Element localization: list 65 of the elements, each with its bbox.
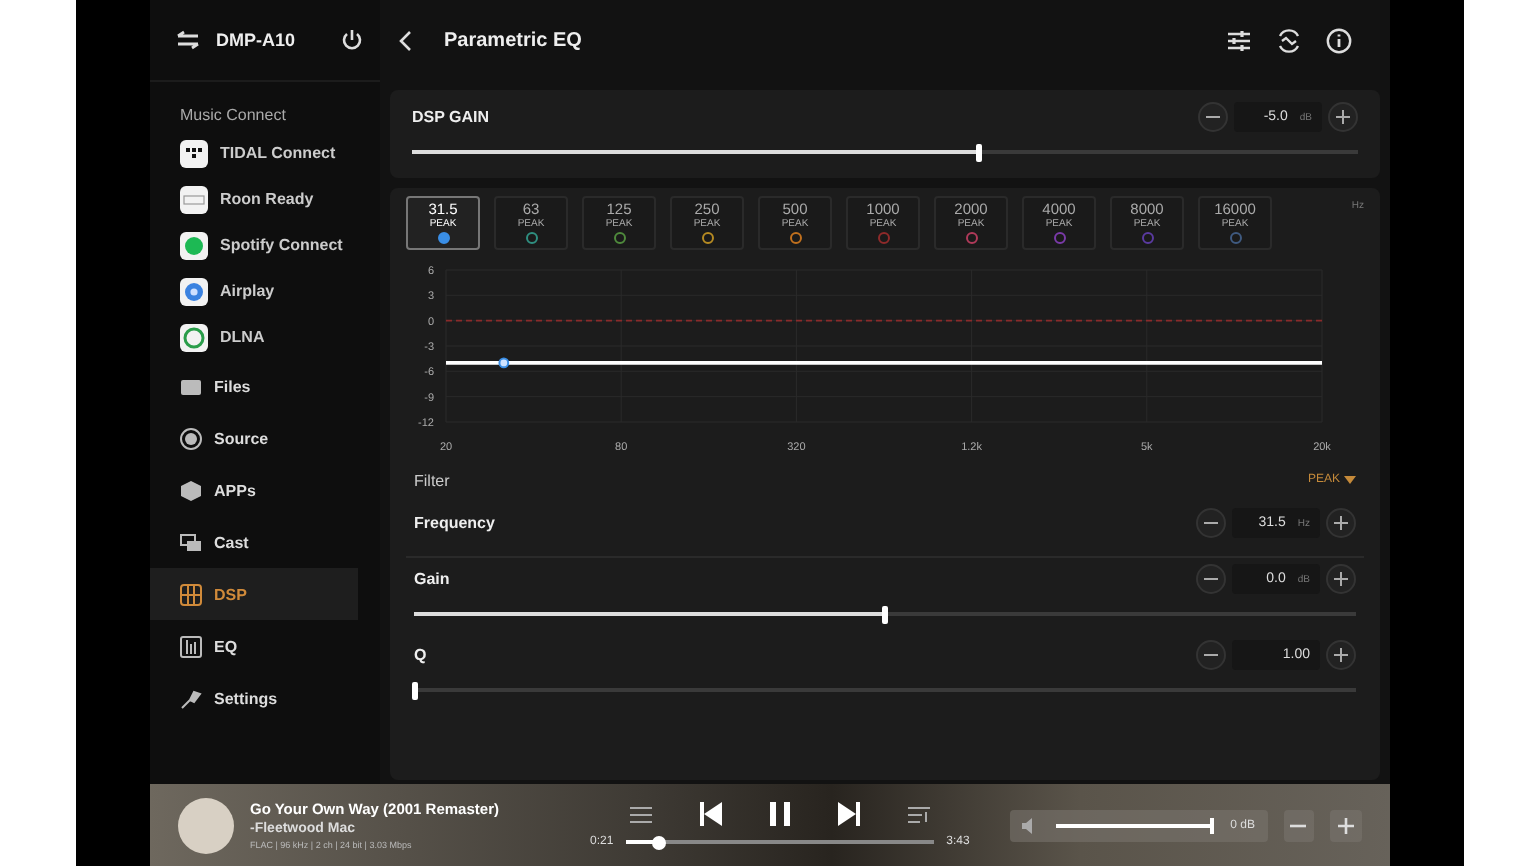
plus-icon — [1334, 572, 1348, 586]
switch-icon[interactable] — [176, 30, 200, 50]
sidebar-item[interactable]: DSP — [150, 568, 358, 620]
next-icon[interactable] — [837, 802, 860, 826]
minus-button[interactable] — [1196, 564, 1226, 594]
minus-icon — [1204, 516, 1218, 530]
device-name: DMP-A10 — [216, 30, 296, 50]
page-title: Parametric EQ — [444, 29, 582, 51]
sidebar-item[interactable]: Airplay — [150, 268, 380, 314]
menu-item-icon — [180, 635, 202, 657]
sidebar-item[interactable]: Roon Ready — [150, 176, 380, 222]
volume-up-button[interactable] — [1330, 809, 1362, 841]
plus-icon — [1336, 110, 1350, 124]
section-title: Music Connect — [180, 106, 288, 124]
sliders-icon[interactable] — [1226, 29, 1252, 51]
minus-icon — [1204, 572, 1218, 586]
sidebar-item[interactable]: Cast — [150, 516, 358, 568]
plus-icon — [1338, 817, 1355, 833]
menu-item-icon — [180, 531, 202, 553]
minus-button[interactable] — [1196, 508, 1226, 538]
app-icon — [180, 277, 208, 305]
plus-button[interactable] — [1326, 564, 1356, 594]
plus-button[interactable] — [1326, 508, 1356, 538]
param-label: Q — [414, 646, 427, 664]
minus-icon — [1206, 110, 1220, 124]
param-label: Gain — [414, 570, 450, 588]
menu-item-icon — [180, 375, 202, 397]
app-icon — [180, 231, 208, 259]
menu-item-icon — [180, 427, 202, 449]
sidebar-item[interactable]: APPs — [150, 464, 358, 516]
volume-down-button[interactable] — [1283, 809, 1315, 841]
caret-icon — [1344, 476, 1356, 484]
sidebar-item[interactable]: Source — [150, 412, 358, 464]
sidebar-item[interactable]: EQ — [150, 620, 358, 672]
plus-button[interactable] — [1326, 640, 1356, 670]
queue-icon[interactable] — [907, 805, 930, 823]
param-label: Frequency — [414, 514, 495, 532]
menu-item-icon — [180, 479, 202, 501]
sidebar-item[interactable]: TIDAL Connect — [150, 130, 380, 176]
menu-item-icon — [180, 687, 202, 709]
power-icon[interactable] — [339, 28, 364, 52]
app-icon — [180, 323, 208, 351]
plus-icon — [1334, 648, 1348, 662]
pause-icon[interactable] — [769, 802, 790, 826]
wave-cycle-icon[interactable] — [1276, 27, 1302, 53]
back-icon[interactable] — [398, 29, 412, 51]
plus-button[interactable] — [1328, 102, 1358, 132]
menu-icon[interactable] — [629, 805, 652, 823]
sidebar-item[interactable]: DLNA — [150, 314, 380, 360]
sidebar-item[interactable]: Spotify Connect — [150, 222, 380, 268]
info-icon[interactable] — [1326, 27, 1352, 53]
minus-button[interactable] — [1198, 102, 1228, 132]
dsp-gain-label: DSP GAIN — [412, 108, 490, 126]
app-icon — [180, 139, 208, 167]
previous-icon[interactable] — [699, 802, 722, 826]
minus-icon — [1204, 648, 1218, 662]
album-art-placeholder — [178, 797, 234, 853]
band-point[interactable] — [498, 357, 510, 369]
menu-item-icon — [180, 583, 202, 605]
sidebar-item[interactable]: Settings — [150, 672, 358, 724]
app-icon — [180, 185, 208, 213]
filter-label: Filter — [414, 471, 450, 489]
minus-button[interactable] — [1196, 640, 1226, 670]
sidebar-item[interactable]: Files — [150, 360, 358, 412]
plus-icon — [1334, 516, 1348, 530]
